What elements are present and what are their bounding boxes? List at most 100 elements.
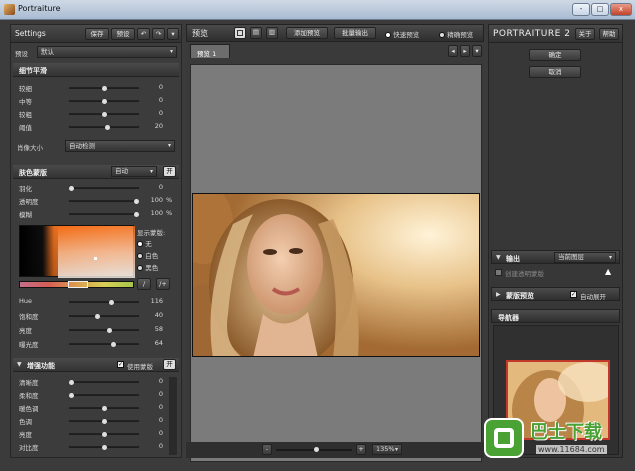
mask-radio-none[interactable]: 无 [137, 238, 152, 248]
slider-knob[interactable] [109, 300, 115, 305]
enhance-section-header[interactable]: ▼ 增强功能 ✓ 使用蒙版 开 [13, 358, 179, 372]
slider-knob[interactable] [95, 314, 100, 319]
zoom-in-button[interactable]: + [356, 444, 366, 455]
redo-button[interactable]: ↷ [152, 28, 165, 40]
save-button[interactable]: 保存 [85, 28, 109, 40]
hue-strip[interactable] [19, 281, 134, 288]
split-vertical-button[interactable]: ▥ [266, 27, 278, 39]
tab-menu-button[interactable]: ▾ [472, 45, 482, 57]
slider-knob[interactable] [101, 99, 107, 104]
close-button[interactable]: x [610, 3, 632, 16]
radio-label: 白色 [145, 252, 159, 260]
undo-button[interactable]: ↶ [137, 28, 150, 40]
slider-knob[interactable] [69, 393, 74, 398]
slider-track[interactable] [69, 342, 139, 347]
slider-track[interactable] [69, 86, 139, 91]
eyedropper-button[interactable]: / [137, 278, 151, 290]
maximize-button[interactable]: □ [591, 3, 609, 16]
output-section-header[interactable]: ▼ 输出 当前图层 ▾ [491, 250, 620, 264]
slider-knob[interactable] [106, 328, 112, 333]
create-mask-checkbox[interactable] [495, 269, 502, 276]
split-horizontal-button[interactable]: ▤ [250, 27, 262, 39]
preview-image[interactable] [192, 193, 480, 357]
add-preview-button[interactable]: 添加预览 [286, 27, 328, 39]
slider-row: 羽化 0 [11, 183, 181, 193]
ok-button[interactable]: 确定 [529, 49, 581, 61]
output-select[interactable]: 当前图层 ▾ [554, 252, 616, 263]
slider-knob[interactable] [110, 342, 116, 347]
slider-track[interactable] [69, 314, 139, 319]
skin-mode-select[interactable]: 自动 ▾ [111, 166, 157, 177]
slider-track[interactable] [69, 380, 139, 385]
navigator-header[interactable]: 导航器 [491, 309, 620, 323]
slider-knob[interactable] [101, 86, 107, 91]
warning-icon[interactable]: ▲ [605, 267, 611, 276]
enhance-toggle-button[interactable]: 开 [163, 359, 176, 370]
about-button[interactable]: 关于 [575, 28, 595, 40]
slider-track[interactable] [69, 99, 139, 104]
slider-knob[interactable] [104, 125, 110, 130]
auto-expand-checkbox[interactable]: ✓ [570, 291, 577, 298]
slider-row: 模糊 100% [11, 209, 181, 219]
preview-tab[interactable]: 预览 1 [190, 44, 230, 58]
slider-knob[interactable] [134, 199, 139, 204]
slider-label: 色调 [19, 418, 32, 426]
slider-knob[interactable] [101, 406, 107, 411]
slider-knob[interactable] [101, 112, 107, 117]
preset-button[interactable]: 预设 [111, 28, 135, 40]
slider-knob[interactable] [101, 419, 107, 424]
slider-knob[interactable] [69, 380, 74, 385]
skin-color-field[interactable] [19, 225, 135, 278]
preset-select[interactable]: 默认 ▾ [37, 46, 177, 58]
help-button[interactable]: 帮助 [599, 28, 619, 40]
collapse-arrow-icon[interactable]: ▼ [496, 254, 501, 261]
color-picker-marker[interactable] [94, 257, 97, 260]
slider-row: 阈值 20 [11, 122, 181, 132]
detail-section-header[interactable]: 细节平滑 [13, 63, 179, 77]
preview-viewport[interactable] [190, 64, 482, 462]
skin-section-header[interactable]: 肤色蒙版 自动 ▾ 开 [13, 165, 179, 179]
single-view-button[interactable] [234, 27, 246, 39]
mask-radio-white[interactable]: 白色 [137, 250, 158, 260]
slider-track[interactable] [69, 328, 139, 333]
skin-toggle-button[interactable]: 开 [163, 166, 176, 177]
mask-preview-header[interactable]: ▶ 蒙版预览 ✓ 自动展开 [491, 287, 620, 301]
slider-knob[interactable] [69, 186, 74, 191]
cancel-button[interactable]: 取消 [529, 66, 581, 78]
slider-knob[interactable] [134, 212, 139, 217]
slider-track[interactable] [69, 406, 139, 411]
expand-arrow-icon[interactable]: ▶ [496, 291, 501, 298]
zoom-slider-knob[interactable] [314, 447, 319, 452]
tab-next-button[interactable]: ▸ [460, 45, 470, 57]
slider-row: 柔和度 0 [11, 390, 181, 400]
menu-dropdown-button[interactable]: ▾ [167, 28, 179, 40]
tab-prev-button[interactable]: ◂ [448, 45, 458, 57]
slider-track[interactable] [69, 212, 139, 217]
zoom-level-select[interactable]: 135% ▾ [372, 444, 402, 455]
slider-knob[interactable] [101, 432, 107, 437]
zoom-slider[interactable] [276, 447, 352, 452]
zoom-out-button[interactable]: - [262, 444, 272, 455]
portrait-size-select[interactable]: 自动检测 ▾ [65, 140, 175, 152]
slider-track[interactable] [69, 186, 139, 191]
slider-track[interactable] [69, 112, 139, 117]
slider-track[interactable] [69, 419, 139, 424]
use-mask-checkbox[interactable]: ✓ [117, 361, 124, 368]
slider-knob[interactable] [101, 445, 107, 450]
slider-track[interactable] [69, 445, 139, 450]
minimize-button[interactable]: - [572, 3, 590, 16]
fast-preview-radio[interactable]: 快速预览 [385, 29, 419, 39]
hue-range-selector[interactable] [68, 281, 88, 288]
slider-track[interactable] [69, 300, 139, 305]
collapse-arrow-icon[interactable]: ▼ [17, 361, 22, 368]
slider-track[interactable] [69, 125, 139, 130]
precise-preview-radio[interactable]: 精确预览 [439, 29, 473, 39]
slider-track[interactable] [69, 432, 139, 437]
title-bar[interactable]: Portraiture - □ x [0, 0, 635, 20]
slider-track[interactable] [69, 393, 139, 398]
slider-unit: % [166, 196, 173, 204]
eyedropper-plus-button[interactable]: /+ [156, 278, 170, 290]
slider-track[interactable] [69, 199, 139, 204]
batch-output-button[interactable]: 批量输出 [334, 27, 376, 39]
mask-radio-black[interactable]: 黑色 [137, 262, 158, 272]
